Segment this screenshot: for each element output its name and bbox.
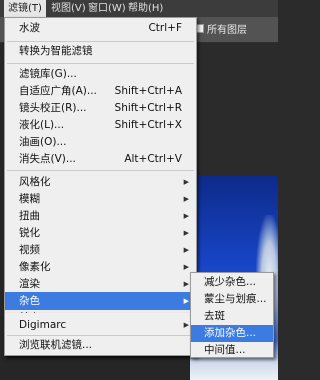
- noise-submenu: 减少杂色... 蒙尘与划痕... 去斑 添加杂色... 中间值...: [190, 272, 274, 358]
- menu-item-shortcut: Alt+Ctrl+V: [124, 153, 182, 165]
- menu-item-label: 镜头校正(R)...: [19, 102, 87, 114]
- menu-item-label: 滤镜库(G)...: [19, 68, 77, 80]
- menu-item-shortcut: Ctrl+F: [148, 22, 182, 34]
- menu-item-noise[interactable]: 杂色 ▶: [5, 292, 196, 310]
- menu-item-browse-online-filters[interactable]: 浏览联机滤镜...: [5, 336, 196, 354]
- menu-item-convert-smart-filter[interactable]: 转换为智能滤镜: [5, 42, 196, 60]
- menu-item-label: 水波: [19, 22, 40, 34]
- menu-item-stylize[interactable]: 风格化 ▶: [5, 173, 196, 191]
- menu-item-pixelate[interactable]: 像素化 ▶: [5, 258, 196, 276]
- submenu-arrow-icon: ▶: [183, 246, 189, 254]
- submenu-arrow-icon: ▶: [183, 321, 189, 329]
- menu-item-video[interactable]: 视频 ▶: [5, 241, 196, 259]
- submenu-item-reduce-noise[interactable]: 减少杂色...: [191, 274, 273, 291]
- menu-bar: 滤镜(T) 视图(V) 窗口(W) 帮助(H): [0, 0, 278, 17]
- menu-item-adaptive-wide-angle[interactable]: 自适应广角(A)... Shift+Ctrl+A: [5, 82, 196, 100]
- submenu-arrow-icon: ▶: [183, 297, 189, 305]
- menu-item-label: 渲染: [19, 278, 40, 290]
- menu-item-label: 消失点(V)...: [19, 153, 76, 165]
- menu-item-label: 自适应广角(A)...: [19, 85, 97, 97]
- menu-separator: [7, 63, 194, 64]
- menu-item-oil-paint[interactable]: 油画(O)...: [5, 133, 196, 151]
- menu-item-label: 油画(O)...: [19, 136, 67, 148]
- menu-item-shortcut: Shift+Ctrl+X: [114, 119, 182, 131]
- menu-item-label: 浏览联机滤镜...: [19, 339, 93, 351]
- menu-item-shortcut: Shift+Ctrl+A: [114, 85, 182, 97]
- menu-item-label: 像素化: [19, 261, 51, 273]
- menu-item-digimarc[interactable]: Digimarc ▶: [5, 316, 196, 334]
- menu-separator: [7, 170, 194, 171]
- all-layers-label: 所有图层: [207, 25, 247, 36]
- filter-menu: 水波 Ctrl+F 转换为智能滤镜 滤镜库(G)... 自适应广角(A)... …: [4, 17, 197, 356]
- menu-window[interactable]: 窗口(W): [84, 0, 130, 17]
- menu-item-last-filter[interactable]: 水波 Ctrl+F: [5, 19, 196, 37]
- submenu-item-add-noise[interactable]: 添加杂色...: [191, 325, 273, 342]
- submenu-item-median[interactable]: 中间值...: [191, 342, 273, 359]
- menu-item-label: 扭曲: [19, 210, 40, 222]
- menu-item-blur[interactable]: 模糊 ▶: [5, 190, 196, 208]
- menu-item-label: 杂色: [19, 295, 40, 307]
- menu-item-label: 风格化: [19, 176, 51, 188]
- menu-help[interactable]: 帮助(H): [124, 0, 167, 17]
- submenu-arrow-icon: ▶: [183, 263, 189, 271]
- submenu-arrow-icon: ▶: [183, 178, 189, 186]
- menu-item-sharpen[interactable]: 锐化 ▶: [5, 224, 196, 242]
- menu-item-label: 转换为智能滤镜: [19, 45, 93, 57]
- submenu-arrow-icon: ▶: [183, 212, 189, 220]
- menu-filter[interactable]: 滤镜(T): [4, 0, 46, 17]
- menu-item-render[interactable]: 渲染 ▶: [5, 275, 196, 293]
- menu-item-label: 锐化: [19, 227, 40, 239]
- menu-item-shortcut: Shift+Ctrl+R: [114, 102, 182, 114]
- menu-item-vanishing-point[interactable]: 消失点(V)... Alt+Ctrl+V: [5, 150, 196, 168]
- menu-item-filter-gallery[interactable]: 滤镜库(G)...: [5, 65, 196, 83]
- submenu-arrow-icon: ▶: [183, 195, 189, 203]
- submenu-item-despeckle[interactable]: 去斑: [191, 308, 273, 325]
- submenu-arrow-icon: ▶: [183, 280, 189, 288]
- menu-item-label: 液化(L)...: [19, 119, 65, 131]
- menu-item-lens-correction[interactable]: 镜头校正(R)... Shift+Ctrl+R: [5, 99, 196, 117]
- filter-menu-lower: Digimarc ▶ 浏览联机滤镜...: [4, 313, 197, 356]
- menu-item-label: 视频: [19, 244, 40, 256]
- submenu-arrow-icon: ▶: [183, 229, 189, 237]
- submenu-item-dust-scratches[interactable]: 蒙尘与划痕...: [191, 291, 273, 308]
- menu-item-label: 模糊: [19, 193, 40, 205]
- menu-item-distort[interactable]: 扭曲 ▶: [5, 207, 196, 225]
- menu-item-liquify[interactable]: 液化(L)... Shift+Ctrl+X: [5, 116, 196, 134]
- menu-item-label: Digimarc: [19, 319, 67, 331]
